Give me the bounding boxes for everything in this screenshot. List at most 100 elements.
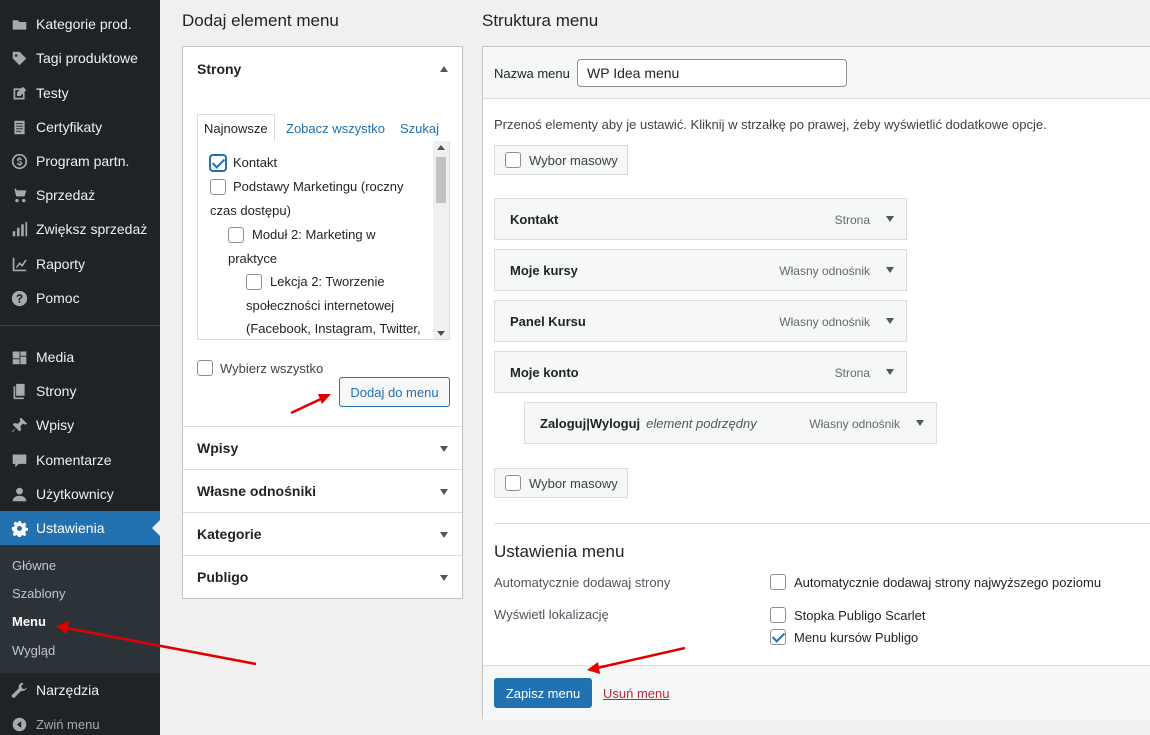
accordion-header-publigo[interactable]: Publigo [183, 555, 462, 598]
menu-item-login-logout[interactable]: Zaloguj|Wyloguj element podrzędny Własny … [524, 402, 937, 444]
bulk-select-checkbox[interactable] [505, 475, 521, 491]
bulk-select-top[interactable]: Wybor masowy [494, 145, 628, 175]
accordion-header-pages[interactable]: Strony [183, 47, 462, 90]
collapse-menu-button[interactable]: Zwiń menu [0, 707, 160, 735]
submenu-item-menu[interactable]: Menu [12, 614, 46, 629]
scroll-thumb[interactable] [436, 157, 446, 203]
bulk-select-bottom[interactable]: Wybor masowy [494, 468, 628, 498]
help-icon [10, 289, 28, 307]
sidebar-item-tests[interactable]: Testy [0, 76, 160, 110]
page-label-module-2: Moduł 2: Marketing w [252, 227, 376, 242]
chevron-down-icon [440, 489, 448, 495]
accordion-header-categories[interactable]: Kategorie [183, 512, 462, 555]
tag-icon [10, 49, 28, 67]
cart-icon [10, 186, 28, 204]
settings-icon [10, 519, 28, 537]
submenu-item-general[interactable]: Główne [12, 558, 56, 573]
dollar-icon [10, 152, 28, 170]
sidebar-separator [0, 325, 160, 326]
sidebar-item-users[interactable]: Użytkownicy [0, 477, 160, 511]
menu-name-input[interactable]: WP Idea menu [577, 59, 847, 87]
sidebar-item-certificates[interactable]: Certyfikaty [0, 110, 160, 144]
sidebar-item-help[interactable]: Pomoc [0, 281, 160, 315]
sidebar-item-posts[interactable]: Wpisy [0, 408, 160, 442]
chevron-down-icon[interactable] [886, 318, 894, 324]
auto-add-option[interactable]: Automatycznie dodawaj strony najwyższego… [770, 574, 1101, 590]
pages-tabs: Najnowsze Zobacz wszystko Szukaj [197, 114, 450, 143]
accordion-header-posts[interactable]: Wpisy [183, 426, 462, 469]
location-option-footer[interactable]: Stopka Publigo Scarlet [770, 607, 926, 623]
chevron-down-icon[interactable] [916, 420, 924, 426]
document-icon [10, 118, 28, 136]
chevron-down-icon[interactable] [886, 216, 894, 222]
chevron-down-icon [440, 446, 448, 452]
sidebar-item-product-tags[interactable]: Tagi produktowe [0, 41, 160, 75]
comment-icon [10, 451, 28, 469]
submenu-item-appearance[interactable]: Wygląd [12, 643, 55, 658]
menu-item-contact[interactable]: Kontakt Strona [494, 198, 907, 240]
sidebar-item-affiliate-program[interactable]: Program partn. [0, 144, 160, 178]
sidebar-item-product-categories[interactable]: Kategorie prod. [0, 7, 160, 41]
sidebar-item-increase-sales[interactable]: Zwiększ sprzedaż [0, 212, 160, 246]
sidebar-item-media[interactable]: Media [0, 340, 160, 374]
bar-chart-icon [10, 220, 28, 238]
sidebar-item-comments[interactable]: Komentarze [0, 443, 160, 477]
menu-name-label: Nazwa menu [494, 66, 570, 81]
chevron-up-icon [440, 66, 448, 72]
folder-icon [10, 15, 28, 33]
checkbox-page-marketing-basics[interactable] [210, 179, 226, 195]
location-option-courses-menu[interactable]: Menu kursów Publigo [770, 629, 918, 645]
page-label-marketing-basics-cont: czas dostępu) [210, 203, 291, 218]
chevron-down-icon[interactable] [886, 369, 894, 375]
save-menu-button[interactable]: Zapisz menu [494, 678, 592, 708]
location-footer-checkbox[interactable] [770, 607, 786, 623]
sidebar-item-pages[interactable]: Strony [0, 374, 160, 408]
checkbox-page-lesson-2[interactable] [246, 274, 262, 290]
menu-item-my-courses[interactable]: Moje kursy Własny odnośnik [494, 249, 907, 291]
sidebar-item-reports[interactable]: Raporty [0, 247, 160, 281]
settings-submenu: Główne Szablony Menu Wygląd [0, 545, 160, 673]
page-label-contact: Kontakt [233, 155, 278, 170]
chevron-down-icon [440, 575, 448, 581]
auto-add-checkbox[interactable] [770, 574, 786, 590]
menu-item-my-account[interactable]: Moje konto Strona [494, 351, 907, 393]
page-label-lesson-2-cont2: (Facebook, Instagram, Twitter, [246, 321, 421, 336]
select-all-checkbox[interactable] [197, 360, 213, 376]
tab-search[interactable]: Szukaj [400, 114, 439, 142]
tab-newest[interactable]: Najnowsze [197, 114, 275, 143]
sidebar-item-sales[interactable]: Sprzedaż [0, 178, 160, 212]
section-divider [494, 523, 1150, 524]
pin-icon [10, 416, 28, 434]
add-to-menu-button[interactable]: Dodaj do menu [339, 377, 450, 407]
menu-name-bar: Nazwa menu WP Idea menu [483, 47, 1150, 99]
checkbox-page-module-2[interactable] [228, 227, 244, 243]
add-menu-items-accordion: Strony Najnowsze Zobacz wszystko Szukaj … [182, 46, 463, 599]
tab-view-all[interactable]: Zobacz wszystko [286, 114, 385, 142]
chevron-down-icon[interactable] [886, 267, 894, 273]
scroll-down-icon[interactable] [437, 331, 445, 336]
edit-icon [10, 84, 28, 102]
sidebar-item-tools[interactable]: Narzędzia [0, 673, 160, 707]
scroll-up-icon[interactable] [437, 145, 445, 150]
menu-settings-title: Ustawienia menu [494, 542, 625, 561]
bulk-select-checkbox[interactable] [505, 152, 521, 168]
select-all-label: Wybierz wszystko [220, 361, 324, 376]
submenu-item-templates[interactable]: Szablony [12, 586, 65, 601]
user-icon [10, 485, 28, 503]
page-label-lesson-2: Lekcja 2: Tworzenie [270, 274, 385, 289]
collapse-icon [10, 715, 28, 733]
pages-icon [10, 382, 28, 400]
delete-menu-link[interactable]: Usuń menu [603, 686, 669, 701]
list-scrollbar[interactable] [433, 141, 449, 339]
location-courses-checkbox[interactable] [770, 629, 786, 645]
subitem-label: element podrzędny [646, 416, 757, 431]
admin-sidebar: Kategorie prod. Tagi produktowe Testy Ce… [0, 0, 160, 735]
checkbox-page-contact[interactable] [210, 155, 226, 171]
instructions-text: Przenoś elementy aby je ustawić. Kliknij… [494, 117, 1047, 132]
chevron-down-icon [440, 532, 448, 538]
menu-item-course-panel[interactable]: Panel Kursu Własny odnośnik [494, 300, 907, 342]
add-menu-item-title: Dodaj element menu [182, 11, 339, 30]
accordion-header-custom-links[interactable]: Własne odnośniki [183, 469, 462, 512]
pages-checklist: Kontakt Podstawy Marketingu (roczny czas… [197, 141, 450, 340]
sidebar-item-settings[interactable]: Ustawienia [0, 511, 160, 545]
